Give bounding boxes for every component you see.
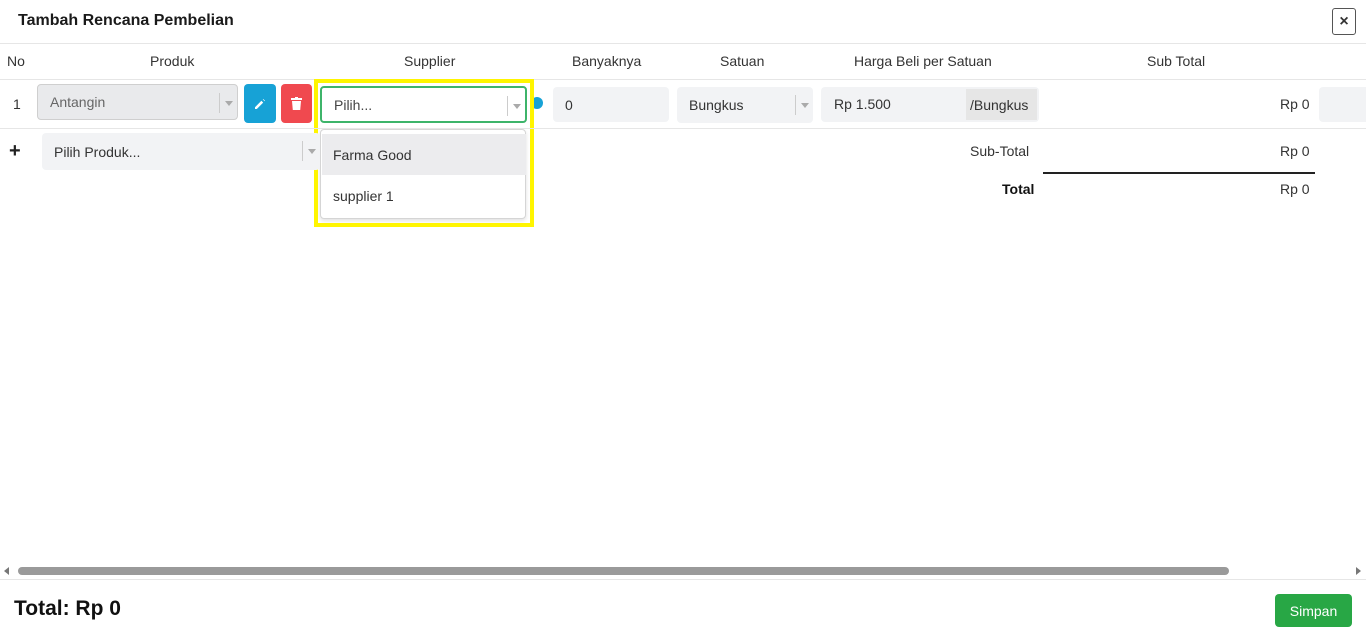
row-number: 1 (13, 96, 21, 112)
subtotal-value: Rp 0 (1280, 143, 1310, 159)
product-select[interactable]: Antangin (37, 84, 238, 120)
unit-select[interactable]: Bungkus (677, 87, 813, 123)
price-input-group[interactable]: Rp 1.500 /Bungkus (821, 87, 1039, 122)
quantity-input[interactable]: 0 (553, 87, 669, 122)
row-subtotal: Rp 0 (1280, 96, 1310, 112)
scrollbar-thumb[interactable] (18, 567, 1229, 575)
price-unit-addon: /Bungkus (966, 89, 1037, 120)
total-value: Rp 0 (1280, 181, 1310, 197)
pencil-icon (255, 98, 265, 109)
edit-product-button[interactable] (244, 84, 276, 123)
total-label: Total (1002, 181, 1035, 197)
header-divider (0, 79, 1366, 80)
column-header-banyaknya: Banyaknya (572, 53, 642, 69)
trash-icon (291, 97, 302, 110)
row-extra-input[interactable] (1319, 87, 1366, 122)
unit-select-value: Bungkus (689, 97, 744, 113)
chevron-down-icon (795, 95, 813, 115)
plus-icon[interactable]: + (9, 140, 21, 162)
focus-highlight (314, 79, 534, 227)
close-button[interactable]: × (1332, 8, 1356, 35)
modal-title: Tambah Rencana Pembelian (18, 12, 234, 29)
chevron-down-icon (219, 93, 237, 113)
new-product-placeholder: Pilih Produk... (54, 143, 141, 160)
modal-footer (0, 579, 1366, 640)
subtotal-label: Sub-Total (970, 143, 1030, 159)
column-header-harga: Harga Beli per Satuan (854, 53, 992, 69)
column-header-satuan: Satuan (720, 53, 765, 69)
close-icon: × (1339, 12, 1349, 30)
footer-total: Total: Rp 0 (14, 597, 121, 620)
column-header-supplier: Supplier (404, 53, 456, 69)
chevron-down-icon (302, 141, 320, 161)
column-header-produk: Produk (150, 53, 195, 69)
column-header-subtotal: Sub Total (1147, 53, 1206, 69)
new-product-select[interactable]: Pilih Produk... (42, 133, 320, 170)
scroll-left-arrow[interactable] (4, 567, 9, 575)
price-input[interactable]: Rp 1.500 (834, 96, 891, 112)
column-header-no: No (7, 53, 25, 69)
total-divider (1043, 172, 1315, 174)
modal-header: Tambah Rencana Pembelian × (0, 0, 1366, 44)
product-select-value: Antangin (50, 94, 106, 110)
row-divider (0, 128, 1366, 129)
scroll-right-arrow[interactable] (1356, 567, 1361, 575)
save-button[interactable]: Simpan (1275, 594, 1352, 627)
delete-row-button[interactable] (281, 84, 312, 123)
